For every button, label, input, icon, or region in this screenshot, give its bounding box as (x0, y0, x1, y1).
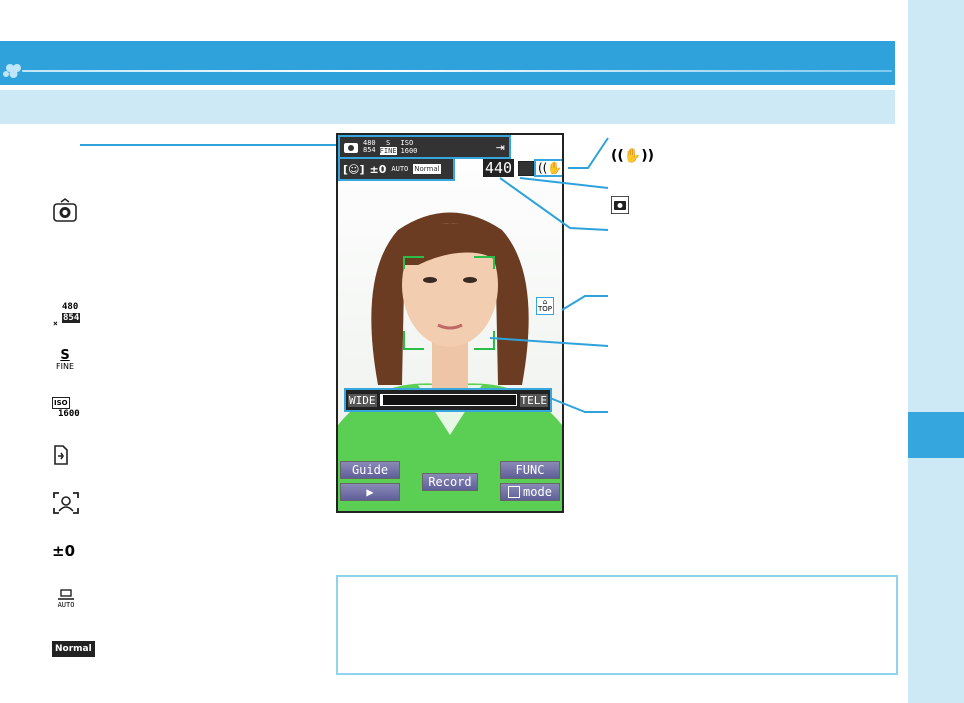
guide-softkey[interactable]: Guide (340, 461, 400, 479)
mode-softkey[interactable]: mode (500, 483, 560, 501)
section-title-bar (0, 41, 895, 85)
title-decoration-line (22, 70, 892, 72)
status-bar-row-1: 480 854 S FINE ISO 1600 ⇥ (338, 135, 511, 159)
func-softkey[interactable]: FUNC (500, 461, 560, 479)
quality-fine-icon: S FINE (56, 348, 74, 371)
legend-iso: ISO 1600 (52, 392, 92, 422)
legend-white-balance: AUTO (52, 584, 92, 614)
shake-icon: ((✋)) (611, 148, 655, 164)
iso-icon: ISO 1600 (52, 397, 80, 419)
legend-camera (52, 196, 92, 226)
status-bar-row-2: [☺] ±0 AUTO Normal (338, 157, 455, 181)
image-size-indicator: 480 854 (363, 139, 376, 154)
zoom-level-fill (380, 395, 384, 405)
legend-exposure: ±0 (52, 536, 92, 566)
chapter-tab-strip (908, 0, 964, 703)
note-box (336, 575, 898, 675)
legend-face-detect (52, 488, 92, 518)
camera-mode-icon (344, 143, 358, 153)
face-detect-icon (53, 492, 79, 514)
quality-indicator: S FINE (379, 139, 397, 155)
legend-storage (52, 440, 92, 470)
status-bar-leader (80, 144, 338, 146)
chapter-tab-active[interactable] (908, 412, 964, 458)
camera-small-icon (611, 196, 629, 214)
legend-scene: Normal (52, 634, 95, 664)
clover-icon (3, 64, 21, 78)
camera-icon (53, 198, 77, 222)
scene-icon: Normal (52, 641, 95, 657)
exposure-icon: ±0 (52, 542, 76, 560)
iso-indicator: ISO 1600 (400, 139, 418, 155)
play-softkey[interactable]: ▶ (340, 483, 400, 501)
white-balance-indicator: AUTO (391, 165, 409, 173)
film-icon (508, 486, 521, 498)
callout-leaders (490, 137, 609, 413)
storage-icon (54, 445, 68, 465)
face-detect-indicator-icon: [☺] (343, 162, 365, 176)
white-balance-icon: AUTO (52, 588, 80, 610)
exposure-indicator: ±0 (369, 162, 387, 176)
scene-indicator: Normal (413, 164, 441, 174)
subsection-bar (0, 90, 895, 124)
legend-quality: S FINE (52, 346, 92, 376)
record-softkey[interactable]: Record (422, 473, 478, 491)
image-size-icon: × 480 854 (53, 302, 81, 328)
legend-image-size: × 480 854 (52, 302, 92, 332)
